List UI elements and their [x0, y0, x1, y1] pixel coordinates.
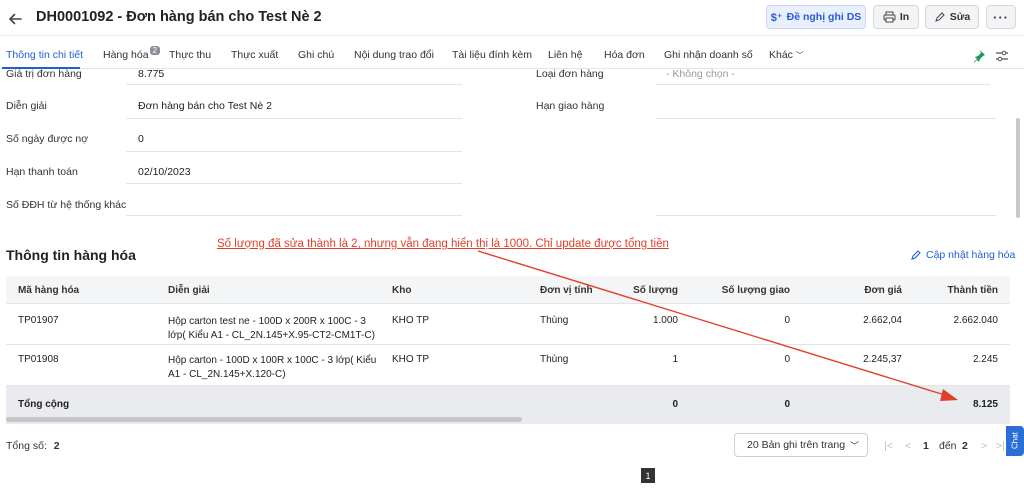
- tab-goods-count-badge: 2: [149, 46, 160, 55]
- tab-sales-recognition[interactable]: Ghi nhận doanh số: [664, 49, 753, 61]
- first-page-icon[interactable]: |<: [884, 440, 893, 452]
- page-from: 1: [923, 440, 929, 452]
- col-description: Diễn giải: [168, 285, 210, 296]
- chevron-down-icon: ﹀: [795, 51, 804, 60]
- col-amount: Thành tiền: [947, 285, 998, 296]
- tab-notes[interactable]: Ghi chú: [298, 49, 334, 61]
- prev-page-icon[interactable]: <: [905, 440, 911, 452]
- description-value: Đơn hàng bán cho Test Nè 2: [138, 100, 272, 112]
- chat-button[interactable]: Chat: [1006, 426, 1024, 456]
- footer-total-value: 2: [53, 440, 60, 452]
- cell-unit: Thùng: [540, 315, 569, 326]
- cell-warehouse: KHO TP: [392, 315, 430, 326]
- cell-code: TP01908: [18, 354, 59, 365]
- order-type-select[interactable]: - Không chọn -: [666, 68, 735, 80]
- cell-price: 2.662,04: [863, 315, 902, 326]
- divider: [126, 151, 462, 152]
- edit-button[interactable]: Sửa: [925, 5, 979, 29]
- credit-days-label: Số ngày được nợ: [6, 133, 89, 145]
- col-qty-delivered: Số lượng giao: [721, 285, 790, 296]
- total-label: Tổng cộng: [18, 399, 70, 410]
- delivery-deadline-label: Hạn giao hàng: [536, 100, 605, 112]
- tab-bar: Thông tin chi tiết Hàng hóa 2 Thực thu Th…: [0, 43, 1024, 69]
- page-title: DH0001092 - Đơn hàng bán cho Test Nè 2: [36, 9, 322, 25]
- horizontal-scrollbar[interactable]: [6, 417, 522, 422]
- cell-description: Hộp carton - 100D x 100R x 100C - 3 lớp(…: [168, 355, 377, 380]
- printer-icon: [883, 11, 896, 23]
- pencil-icon: [934, 12, 945, 22]
- tab-invoices[interactable]: Hóa đơn: [604, 49, 645, 61]
- col-qty: Số lượng: [633, 285, 678, 296]
- settings-sliders-icon[interactable]: [995, 49, 1009, 63]
- divider: [126, 215, 462, 216]
- page-number-badge: 1: [641, 468, 655, 483]
- divider: [126, 84, 462, 85]
- cell-description: Hộp carton test ne - 100D x 200R x 100C …: [168, 316, 375, 341]
- divider: [126, 118, 462, 119]
- cell-qty: 1.000: [652, 315, 678, 326]
- col-warehouse: Kho: [392, 285, 412, 296]
- chevron-down-icon: ﹀: [849, 440, 859, 451]
- cell-code: TP01907: [18, 315, 59, 326]
- tab-actual-receipts[interactable]: Thực thu: [169, 49, 211, 61]
- order-value-label: Giá trị đơn hàng: [6, 68, 82, 80]
- tab-contacts[interactable]: Liên hệ: [548, 49, 582, 61]
- more-button[interactable]: ···: [986, 5, 1016, 29]
- update-goods-link[interactable]: Cập nhật hàng hóa: [910, 249, 1015, 261]
- total-amount: 8.125: [972, 399, 998, 410]
- goods-section-title: Thông tin hàng hóa: [6, 247, 136, 263]
- col-code: Mã hàng hóa: [18, 285, 80, 296]
- divider: [656, 84, 990, 85]
- total-qty-delivered: 0: [784, 399, 790, 410]
- page-size-select[interactable]: 20 Bản ghi trên trang ﹀: [734, 433, 868, 457]
- table-header: Mã hàng hóa Diễn giải Kho Đơn vị tính Số…: [6, 276, 1010, 304]
- table-row[interactable]: TP01908 Hộp carton - 100D x 100R x 100C …: [6, 345, 1010, 386]
- propose-sales-button[interactable]: $⁺ Đề nghị ghi DS: [766, 5, 866, 29]
- tab-attachments[interactable]: Tài liệu đính kèm: [452, 49, 532, 61]
- print-button[interactable]: In: [873, 5, 919, 29]
- last-page-icon[interactable]: >|: [996, 440, 1005, 452]
- cell-amount: 2.245: [972, 354, 998, 365]
- order-type-label: Loại đơn hàng: [536, 68, 604, 80]
- tab-goods[interactable]: Hàng hóa 2: [103, 46, 160, 61]
- tab-details[interactable]: Thông tin chi tiết: [6, 49, 83, 61]
- top-bar: DH0001092 - Đơn hàng bán cho Test Nè 2 $…: [0, 0, 1024, 36]
- table-row[interactable]: TP01907 Hộp carton test ne - 100D x 200R…: [6, 304, 1010, 345]
- total-qty: 0: [672, 399, 678, 410]
- credit-days-value: 0: [138, 133, 144, 145]
- col-price: Đơn giá: [864, 285, 902, 296]
- cell-qty-delivered: 0: [784, 315, 790, 326]
- divider: [126, 183, 462, 184]
- cell-unit: Thùng: [540, 354, 569, 365]
- payment-due-value: 02/10/2023: [138, 166, 191, 178]
- cell-qty: 1: [672, 354, 678, 365]
- tab-other[interactable]: Khác ﹀: [769, 49, 804, 61]
- page-to-label: đến: [939, 440, 957, 452]
- tab-actual-issues[interactable]: Thực xuất: [231, 49, 278, 61]
- vertical-scrollbar[interactable]: [1016, 118, 1020, 218]
- cell-warehouse: KHO TP: [392, 354, 430, 365]
- payment-due-label: Hạn thanh toán: [6, 166, 78, 178]
- more-dots-icon: ···: [993, 9, 1009, 25]
- col-unit: Đơn vị tính: [540, 285, 593, 296]
- cell-qty-delivered: 0: [784, 354, 790, 365]
- page-to: 2: [962, 440, 968, 452]
- cell-amount: 2.662.040: [953, 315, 999, 326]
- description-label: Diễn giải: [6, 100, 47, 112]
- order-value: 8.775: [138, 68, 165, 80]
- pin-icon[interactable]: [972, 49, 986, 63]
- other-system-label: Số ĐĐH từ hệ thống khác: [6, 199, 127, 211]
- pencil-icon: [911, 250, 921, 260]
- next-page-icon[interactable]: >: [981, 440, 987, 452]
- divider: [656, 118, 996, 119]
- back-arrow-icon[interactable]: [6, 10, 24, 28]
- footer-total: Tổng số: 2: [6, 440, 60, 452]
- annotation-text: Số lượng đã sửa thành là 2, nhưng vẫn đa…: [217, 238, 669, 250]
- tab-discussion[interactable]: Nội dung trao đổi: [354, 49, 434, 61]
- cell-price: 2.245,37: [863, 354, 902, 365]
- dollar-plus-icon: $⁺: [770, 11, 783, 24]
- divider: [656, 215, 996, 216]
